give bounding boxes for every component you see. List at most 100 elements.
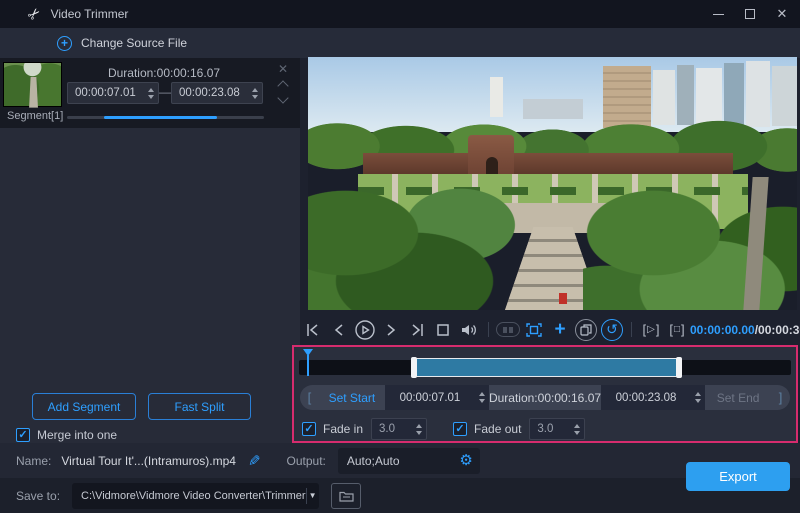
merge-into-one-label: Merge into one: [37, 428, 117, 442]
fade-in-label: Fade in: [323, 422, 363, 436]
fade-out-checkbox[interactable]: ✓: [453, 422, 467, 436]
trim-panel: [ Set Start 00:00:07.01 Duration:00:00:1…: [292, 345, 798, 443]
trim-start-spinner[interactable]: [475, 385, 489, 410]
fade-out-input[interactable]: 3.0: [529, 418, 585, 440]
crop-button[interactable]: [521, 317, 547, 343]
add-segment-toolbar-button[interactable]: +: [547, 317, 573, 343]
fade-row: ✓ Fade in 3.0 ✓ Fade out 3.0: [302, 417, 585, 441]
segment-progress-fill: [104, 116, 216, 119]
video-preview[interactable]: [308, 57, 797, 310]
split-button[interactable]: [495, 317, 521, 343]
copy-icon: [575, 319, 597, 341]
name-output-bar: Name: Virtual Tour It'...(Intramuros).mp…: [0, 443, 800, 478]
trim-start-time-input[interactable]: 00:00:07.01: [385, 385, 489, 410]
step-forward-button[interactable]: [378, 317, 404, 343]
segment-thumbnail: [3, 62, 62, 107]
segment-panel: Segment[1] Duration:00:00:16.07 00:00:07…: [0, 58, 300, 443]
stop-segment-button[interactable]: [□]: [664, 317, 690, 343]
segment-end-time-value: 00:00:23.08: [172, 87, 248, 99]
go-to-start-icon: [304, 322, 322, 338]
maximize-icon: [745, 9, 755, 19]
video-trimmer-window: ✂ Video Trimmer ✕ + Change Source File S…: [0, 0, 800, 513]
minimize-button[interactable]: [710, 6, 726, 22]
fade-out-spinner[interactable]: [570, 419, 584, 439]
stop-icon: [436, 323, 450, 337]
selection-start-handle[interactable]: [411, 357, 417, 378]
timeline-playhead[interactable]: [303, 349, 313, 377]
playback-toolbar: + ↺ [▷] [□] 00:00:00.00/00:00:30.01: [300, 314, 800, 345]
current-time: 00:00:00.00: [690, 323, 755, 337]
subheader: + Change Source File: [0, 28, 800, 58]
output-settings-gear-icon[interactable]: ⚙: [459, 453, 472, 468]
trim-duration: Duration:00:00:16.07: [489, 391, 601, 405]
go-to-end-icon: [408, 322, 426, 338]
fade-in-spinner[interactable]: [412, 419, 426, 439]
trim-start-time-value: 00:00:07.01: [385, 392, 475, 404]
toolbar-divider: [488, 322, 489, 337]
fade-out-label: Fade out: [474, 422, 521, 436]
selection-end-handle[interactable]: [676, 357, 682, 378]
segment-end-time-input[interactable]: 00:00:23.08: [171, 82, 263, 104]
time-range-dash: —: [159, 85, 171, 99]
split-icon: [496, 322, 520, 337]
merge-into-one-checkbox[interactable]: ✓: [16, 428, 30, 442]
volume-icon: [460, 322, 478, 338]
step-back-icon: [331, 322, 347, 338]
fade-in-checkbox[interactable]: ✓: [302, 422, 316, 436]
fade-in-input[interactable]: 3.0: [371, 418, 427, 440]
trim-end-time-input[interactable]: 00:00:23.08: [601, 385, 705, 410]
change-source-button[interactable]: Change Source File: [81, 36, 187, 50]
close-icon: ✕: [777, 6, 788, 22]
segment-start-time-value: 00:00:07.01: [68, 87, 144, 99]
toolbar-divider: [631, 322, 632, 337]
dropdown-arrow-icon[interactable]: ▼: [306, 491, 319, 500]
stop-button[interactable]: [430, 317, 456, 343]
export-button[interactable]: Export: [686, 462, 790, 491]
reset-button[interactable]: ↺: [599, 317, 625, 343]
timeline-selection[interactable]: [415, 358, 678, 377]
trim-end-spinner[interactable]: [691, 385, 705, 410]
set-end-bracket-icon: ]: [771, 390, 790, 405]
save-to-select[interactable]: C:\Vidmore\Vidmore Video Converter\Trimm…: [72, 483, 319, 509]
playhead-stem: [307, 355, 309, 376]
maximize-button[interactable]: [742, 6, 758, 22]
segment-card[interactable]: Segment[1] Duration:00:00:16.07 00:00:07…: [0, 58, 300, 128]
add-segment-button[interactable]: Add Segment: [32, 393, 136, 420]
segment-delete-button[interactable]: ✕: [278, 62, 288, 76]
go-to-end-button[interactable]: [404, 317, 430, 343]
fade-in-value: 3.0: [372, 423, 412, 435]
copy-segment-button[interactable]: [573, 317, 599, 343]
set-start-button[interactable]: Set Start: [319, 391, 385, 405]
step-back-button[interactable]: [326, 317, 352, 343]
segment-label: Segment[1]: [7, 110, 63, 122]
play-button[interactable]: [352, 317, 378, 343]
output-format-select[interactable]: Auto;Auto ⚙: [338, 448, 480, 474]
close-button[interactable]: ✕: [774, 6, 790, 22]
thumbnail-path: [29, 77, 38, 108]
output-label: Output:: [287, 454, 326, 468]
set-time-row: [ Set Start 00:00:07.01 Duration:00:00:1…: [300, 385, 790, 410]
fast-split-button[interactable]: Fast Split: [148, 393, 251, 420]
edit-name-button[interactable]: ✎: [248, 452, 261, 470]
folder-icon: [339, 490, 354, 502]
timeline-track[interactable]: [299, 360, 791, 375]
volume-button[interactable]: [456, 317, 482, 343]
set-start-bracket-icon: [: [300, 390, 319, 405]
segment-move-up-icon[interactable]: [277, 80, 288, 91]
crop-icon: [525, 322, 543, 338]
step-forward-icon: [383, 322, 399, 338]
segment-start-spinner[interactable]: [144, 83, 158, 103]
go-to-start-button[interactable]: [300, 317, 326, 343]
play-segment-button[interactable]: [▷]: [638, 317, 664, 343]
add-source-icon: +: [57, 36, 72, 51]
segment-end-spinner[interactable]: [248, 83, 262, 103]
save-to-label: Save to:: [16, 489, 60, 503]
segment-move-down-icon[interactable]: [277, 92, 288, 103]
stop-segment-icon: [□]: [669, 322, 684, 337]
scissors-icon: ✂: [23, 3, 45, 25]
plus-icon: +: [554, 320, 565, 339]
set-end-button[interactable]: Set End: [705, 391, 771, 405]
name-label: Name:: [16, 454, 51, 468]
segment-start-time-input[interactable]: 00:00:07.01: [67, 82, 159, 104]
open-folder-button[interactable]: [331, 483, 361, 509]
